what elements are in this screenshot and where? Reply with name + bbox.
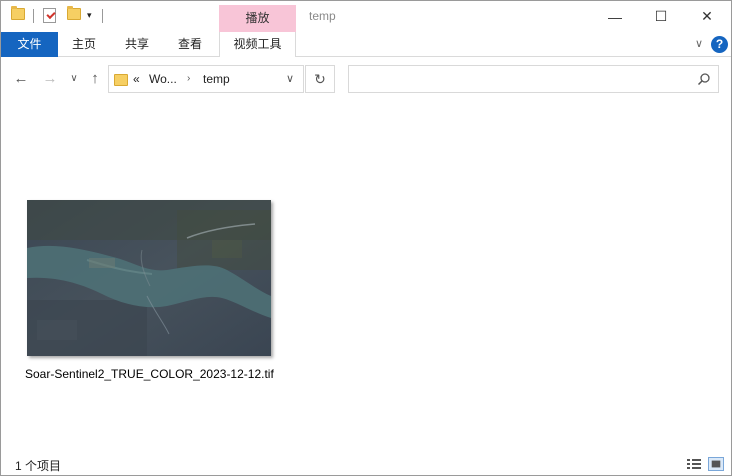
tab-share[interactable]: 共享 xyxy=(117,32,157,57)
breadcrumb-wo[interactable]: Wo... xyxy=(149,72,177,86)
item-count: 1 个项目 xyxy=(15,459,62,473)
ribbon-collapse-icon[interactable]: ∨ xyxy=(691,36,707,52)
title-bar: ▾ 播放 temp — ☐ ✕ xyxy=(1,1,731,32)
back-button[interactable]: ← xyxy=(11,69,31,89)
status-bar: 1 个项目 xyxy=(1,453,731,475)
quick-access-dropdown-icon[interactable]: ▾ xyxy=(87,10,92,21)
separator xyxy=(33,9,34,23)
forward-button[interactable]: → xyxy=(40,69,60,89)
folder-icon xyxy=(114,74,128,86)
satellite-image-thumbnail xyxy=(27,200,271,356)
navigation-bar: ← → ∨ ↑ « Wo... › temp ∨ ↻ xyxy=(1,57,731,101)
window-title: temp xyxy=(309,9,336,23)
search-icon[interactable] xyxy=(697,72,711,86)
address-dropdown-icon[interactable]: ∨ xyxy=(286,72,294,85)
address-bar[interactable]: « Wo... › temp ∨ xyxy=(108,65,304,93)
chevron-right-icon[interactable]: › xyxy=(187,73,190,84)
details-view-icon[interactable] xyxy=(686,457,702,471)
explorer-window: ▾ 播放 temp — ☐ ✕ 文件 主页 共享 查看 视频工具 ∨ ? ← →… xyxy=(0,0,732,476)
ribbon-tabs: 文件 主页 共享 查看 视频工具 ∨ ? xyxy=(1,32,731,58)
tab-home[interactable]: 主页 xyxy=(64,32,104,57)
minimize-button[interactable]: — xyxy=(592,1,638,32)
file-list-area: Soar-Sentinel2_TRUE_COLOR_2023-12-12.tif xyxy=(1,101,731,453)
properties-icon[interactable] xyxy=(43,8,56,23)
new-folder-icon[interactable] xyxy=(67,6,81,20)
file-thumbnail[interactable] xyxy=(27,200,271,356)
folder-icon[interactable] xyxy=(11,6,25,20)
search-input[interactable] xyxy=(355,70,685,88)
file-name-label[interactable]: Soar-Sentinel2_TRUE_COLOR_2023-12-12.tif xyxy=(25,367,274,381)
breadcrumb-temp[interactable]: temp xyxy=(203,72,230,86)
help-icon[interactable]: ? xyxy=(711,36,728,53)
up-button[interactable]: ↑ xyxy=(85,69,105,89)
refresh-button[interactable]: ↻ xyxy=(305,65,335,93)
recent-locations-button[interactable]: ∨ xyxy=(64,69,84,89)
maximize-button[interactable]: ☐ xyxy=(638,1,684,32)
separator xyxy=(102,9,103,23)
tab-file[interactable]: 文件 xyxy=(1,32,58,57)
breadcrumb-overflow[interactable]: « xyxy=(133,72,140,86)
contextual-tab-play[interactable]: 播放 xyxy=(219,5,296,32)
tab-video-tools[interactable]: 视频工具 xyxy=(219,32,296,58)
tab-view[interactable]: 查看 xyxy=(170,32,210,57)
large-icons-view-icon[interactable] xyxy=(708,457,724,471)
close-button[interactable]: ✕ xyxy=(684,1,730,32)
search-box[interactable] xyxy=(348,65,719,93)
